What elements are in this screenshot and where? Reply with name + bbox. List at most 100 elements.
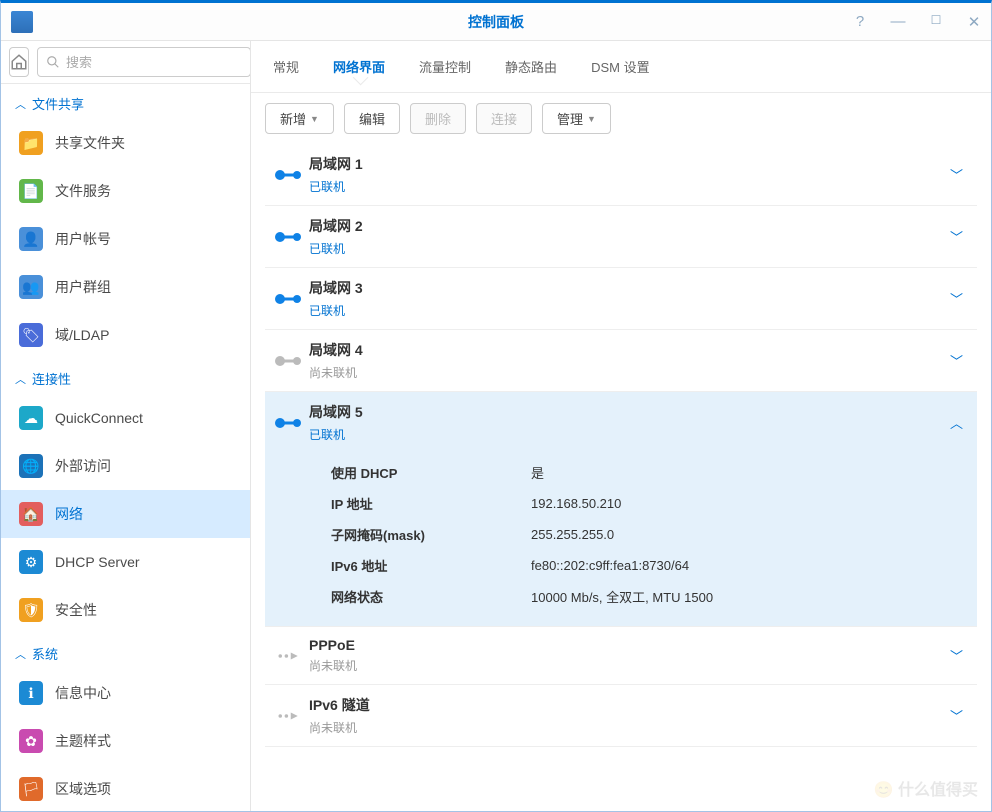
sidebar-item[interactable]: 🏳 区域选项 bbox=[1, 765, 250, 811]
interface-item: 局域网 2 已联机 ﹀ bbox=[265, 206, 977, 268]
chevron-down-icon: ﹀ bbox=[940, 706, 973, 725]
network-icon bbox=[269, 292, 309, 306]
tab[interactable]: 网络界面 bbox=[329, 53, 389, 86]
body: ︿文件共享📁共享文件夹📄文件服务👤用户帐号👥用户群组🏷域/LDAP︿连接性☁Qu… bbox=[1, 41, 991, 811]
sidebar-item[interactable]: ☁QuickConnect bbox=[1, 394, 250, 442]
tab[interactable]: 静态路由 bbox=[501, 53, 561, 86]
search-icon bbox=[46, 55, 60, 69]
chevron-up-icon: ︿ bbox=[940, 413, 973, 432]
interface-name: 局域网 3 bbox=[309, 278, 940, 298]
sidebar-item[interactable]: ⚙DHCP Server bbox=[1, 538, 250, 586]
sidebar-item-icon: 📁 bbox=[19, 131, 43, 155]
sidebar-item-label: 用户帐号 bbox=[55, 229, 111, 249]
window-title: 控制面板 bbox=[468, 12, 524, 32]
detail-row: 子网掩码(mask)255.255.255.0 bbox=[331, 519, 713, 550]
tab[interactable]: DSM 设置 bbox=[587, 53, 654, 86]
sidebar-item-icon: ✿ bbox=[19, 729, 43, 753]
edit-button[interactable]: 编辑 bbox=[344, 103, 400, 134]
interface-header[interactable]: 局域网 1 已联机 ﹀ bbox=[265, 144, 977, 205]
interface-header[interactable]: 局域网 2 已联机 ﹀ bbox=[265, 206, 977, 267]
sidebar-item[interactable]: 📁 共享文件夹 bbox=[1, 119, 250, 167]
add-button[interactable]: 新增▼ bbox=[265, 103, 334, 134]
network-icon bbox=[269, 649, 309, 663]
home-button[interactable] bbox=[9, 47, 29, 77]
sidebar-item-label: 信息中心 bbox=[55, 683, 111, 703]
sidebar-item-icon: 📄 bbox=[19, 179, 43, 203]
network-icon bbox=[269, 416, 309, 430]
sidebar-item[interactable]: 👥用户群组 bbox=[1, 263, 250, 311]
sidebar-group-header[interactable]: ︿ 系统 bbox=[1, 634, 250, 669]
sidebar-group-header[interactable]: ︿文件共享 bbox=[1, 84, 250, 119]
sidebar-group-label: 系统 bbox=[32, 644, 58, 663]
search-input[interactable] bbox=[66, 55, 242, 70]
close-button[interactable]: ✕ bbox=[965, 13, 983, 31]
chevron-down-icon: ﹀ bbox=[940, 227, 973, 246]
app-icon bbox=[11, 11, 33, 33]
sidebar-item-label: 域/LDAP bbox=[55, 325, 109, 345]
titlebar: 控制面板 ? — ☐ ✕ bbox=[1, 3, 991, 41]
manage-button[interactable]: 管理▼ bbox=[542, 103, 611, 134]
sidebar-item-icon: 👤 bbox=[19, 227, 43, 251]
interface-item: IPv6 隧道 尚未联机 ﹀ bbox=[265, 685, 977, 747]
sidebar-group-label: 连接性 bbox=[32, 369, 71, 388]
detail-row: IPv6 地址fe80::202:c9ff:fea1:8730/64 bbox=[331, 550, 713, 581]
chevron-down-icon: ﹀ bbox=[940, 646, 973, 665]
sidebar-item[interactable]: 📄文件服务 bbox=[1, 167, 250, 215]
detail-value: 255.255.255.0 bbox=[531, 519, 713, 550]
interface-header[interactable]: PPPoE 尚未联机 ﹀ bbox=[265, 627, 977, 684]
interface-status: 已联机 bbox=[309, 302, 940, 319]
interface-info: PPPoE 尚未联机 bbox=[309, 637, 940, 674]
sidebar-item-icon: 🏷 bbox=[19, 323, 43, 347]
sidebar-item-label: 共享文件夹 bbox=[55, 133, 125, 153]
chevron-down-icon: ﹀ bbox=[940, 289, 973, 308]
chevron-up-icon: ︿ bbox=[15, 371, 26, 387]
maximize-button[interactable]: ☐ bbox=[927, 13, 945, 31]
help-button[interactable]: ? bbox=[851, 13, 869, 31]
network-icon bbox=[269, 709, 309, 723]
interface-info: 局域网 1 已联机 bbox=[309, 154, 940, 195]
interface-header[interactable]: 局域网 4 尚未联机 ﹀ bbox=[265, 330, 977, 391]
chevron-down-icon: ﹀ bbox=[940, 165, 973, 184]
sidebar-item[interactable]: 👤 用户帐号 bbox=[1, 215, 250, 263]
chevron-down-icon: ﹀ bbox=[940, 351, 973, 370]
interface-item: 局域网 1 已联机 ﹀ bbox=[265, 144, 977, 206]
network-icon bbox=[269, 230, 309, 244]
sidebar-item[interactable]: 🏷 域/LDAP bbox=[1, 311, 250, 359]
tab[interactable]: 流量控制 bbox=[415, 53, 475, 86]
detail-value: fe80::202:c9ff:fea1:8730/64 bbox=[531, 550, 713, 581]
sidebar-item-icon: 👥 bbox=[19, 275, 43, 299]
minimize-button[interactable]: — bbox=[889, 13, 907, 31]
home-icon bbox=[10, 53, 28, 71]
sidebar-item-icon: 🏳 bbox=[19, 777, 43, 801]
sidebar-item-icon: ℹ bbox=[19, 681, 43, 705]
interface-header[interactable]: 局域网 5 已联机 ︿ bbox=[265, 392, 977, 453]
sidebar-item[interactable]: 🏠网络 bbox=[1, 490, 250, 538]
sidebar-item[interactable]: ✿主题样式 bbox=[1, 717, 250, 765]
sidebar-item-label: 区域选项 bbox=[55, 779, 111, 799]
detail-key: 网络状态 bbox=[331, 581, 531, 612]
search-box[interactable] bbox=[37, 47, 251, 77]
sidebar-item[interactable]: 🌐外部访问 bbox=[1, 442, 250, 490]
interface-item: PPPoE 尚未联机 ﹀ bbox=[265, 627, 977, 685]
sidebar-item-icon: 🏠 bbox=[19, 502, 43, 526]
tabs: 常规网络界面流量控制静态路由 DSM 设置 bbox=[251, 41, 991, 93]
interface-status: 尚未联机 bbox=[309, 719, 940, 736]
sidebar-item[interactable]: ℹ 信息中心 bbox=[1, 669, 250, 717]
detail-key: 子网掩码(mask) bbox=[331, 519, 531, 550]
sidebar-group-header[interactable]: ︿ 连接性 bbox=[1, 359, 250, 394]
sidebar-item-label: QuickConnect bbox=[55, 410, 143, 426]
sidebar-group-label: 文件共享 bbox=[32, 94, 84, 113]
interface-item: 局域网 5 已联机 ︿ 使用 DHCP是IP 地址192.168.50.210子… bbox=[265, 392, 977, 627]
interface-name: IPv6 隧道 bbox=[309, 695, 940, 715]
detail-row: 使用 DHCP是 bbox=[331, 457, 713, 488]
sidebar-item-icon: 🛡 bbox=[19, 598, 43, 622]
sidebar-item-icon: ⚙ bbox=[19, 550, 43, 574]
chevron-up-icon: ︿ bbox=[15, 646, 26, 662]
interface-name: PPPoE bbox=[309, 637, 940, 653]
sidebar-item[interactable]: 🛡安全性 bbox=[1, 586, 250, 634]
interface-header[interactable]: 局域网 3 已联机 ﹀ bbox=[265, 268, 977, 329]
detail-value: 10000 Mb/s, 全双工, MTU 1500 bbox=[531, 581, 713, 612]
interface-header[interactable]: IPv6 隧道 尚未联机 ﹀ bbox=[265, 685, 977, 746]
interface-status: 已联机 bbox=[309, 240, 940, 257]
tab[interactable]: 常规 bbox=[269, 53, 303, 86]
